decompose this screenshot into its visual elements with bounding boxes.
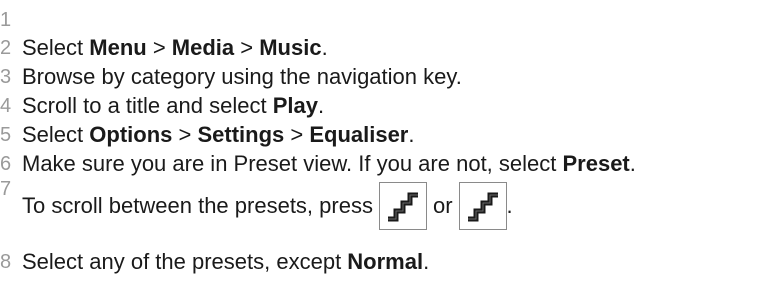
step-number: 4 [0,95,12,117]
step-number: 1 [0,9,12,31]
step-text: Select Options > Settings > Equaliser. [22,122,415,147]
step-6: 6 Make sure you are in Preset view. If y… [0,150,767,178]
equaliser-label: Equaliser [309,122,409,147]
step-2: 2 Select Menu > Media > Music. [0,34,767,62]
music-label: Music [259,35,322,60]
settings-label: Settings [197,122,285,147]
media-label: Media [171,35,235,60]
step-text: To scroll between the presets, press or … [22,178,513,234]
step-5: 5 Select Options > Settings > Equaliser. [0,121,767,149]
step-text: Select any of the presets, except Normal… [22,249,430,274]
step-number: 7 [0,178,12,200]
step-7: 7 To scroll between the presets, press o… [0,178,767,234]
step-number: 5 [0,124,12,146]
staircase-key-icon [378,182,427,230]
menu-label: Menu [89,35,147,60]
options-label: Options [89,122,173,147]
step-text: Browse by category using the navigation … [22,64,462,89]
step-number: 8 [0,251,12,273]
normal-label: Normal [347,249,424,274]
staircase-key-icon [458,182,507,230]
step-number: 6 [0,153,12,175]
step-text: Make sure you are in Preset view. If you… [22,151,636,176]
step-3: 3 Browse by category using the navigatio… [0,63,767,91]
step-4: 4 Scroll to a title and select Play. [0,92,767,120]
step-1: 1 [0,6,767,34]
step-number: 2 [0,37,12,59]
step-8: 8 Select any of the presets, except Norm… [0,248,767,276]
step-text: Select Menu > Media > Music. [22,35,328,60]
preset-label: Preset [562,151,630,176]
step-number: 3 [0,66,12,88]
play-label: Play [272,93,318,118]
step-text: Scroll to a title and select Play. [22,93,325,118]
